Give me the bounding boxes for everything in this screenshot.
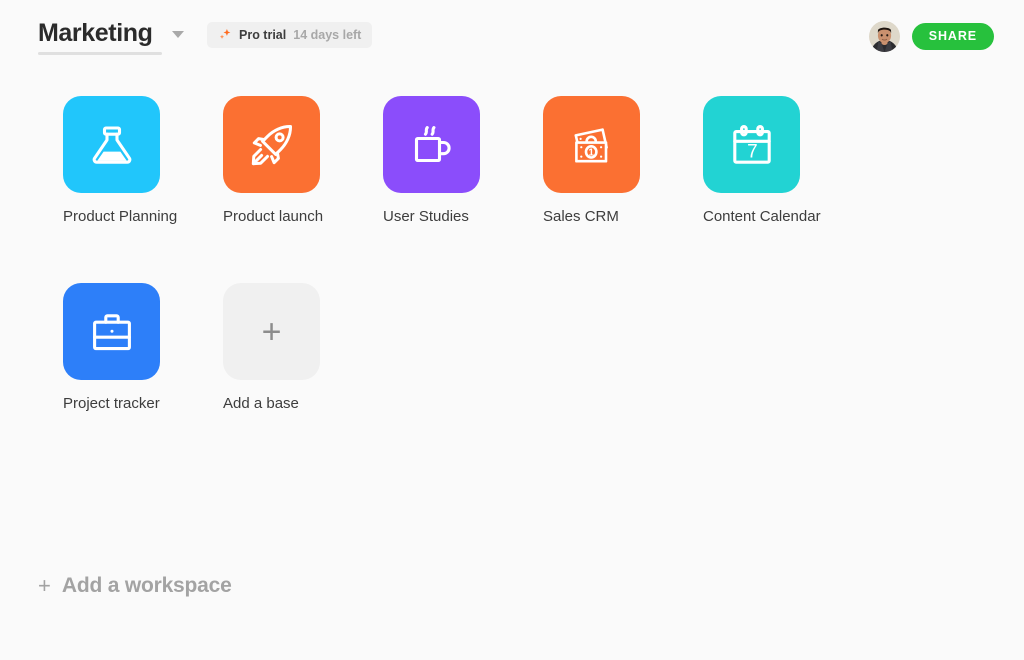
avatar-photo — [868, 20, 900, 52]
calendar-icon: 7 — [732, 124, 771, 164]
base-grid: Product Planning Product launch User Stu… — [63, 96, 1013, 470]
title-underline — [38, 51, 162, 55]
base-tile[interactable] — [223, 96, 320, 193]
flask-icon — [92, 125, 131, 164]
chevron-down-icon[interactable] — [172, 30, 184, 38]
add-base-card[interactable]: + Add a base — [223, 283, 383, 413]
pro-trial-badge[interactable]: Pro trial 14 days left — [207, 21, 373, 48]
base-label[interactable]: Sales CRM — [543, 208, 619, 226]
banknotes-icon: 1 — [574, 127, 608, 163]
base-card-product-launch[interactable]: Product launch — [223, 96, 383, 226]
base-card-product-planning[interactable]: Product Planning — [63, 96, 223, 226]
base-label[interactable]: Product Planning — [63, 208, 177, 226]
plus-icon: + — [261, 312, 282, 351]
base-tile[interactable] — [63, 96, 160, 193]
header-right-group: SHARE — [868, 20, 994, 52]
add-base-label[interactable]: Add a base — [223, 395, 299, 413]
base-label[interactable]: Product launch — [223, 208, 323, 226]
base-label[interactable]: User Studies — [383, 208, 469, 226]
plus-icon: + — [38, 573, 51, 598]
sparkle-icon — [219, 28, 231, 39]
base-card-user-studies[interactable]: User Studies — [383, 96, 543, 226]
base-tile[interactable]: 7 — [703, 96, 800, 193]
rocket-icon — [251, 124, 292, 165]
svg-text:1: 1 — [588, 147, 594, 158]
page-title: Marketing — [38, 18, 153, 47]
workspace-title-group: Marketing Pro trial 14 days left — [38, 18, 373, 55]
add-workspace-label: Add a workspace — [61, 574, 232, 597]
calendar-day-number: 7 — [747, 141, 758, 162]
base-tile[interactable] — [383, 96, 480, 193]
base-tile[interactable] — [63, 283, 160, 380]
base-tile[interactable]: 1 — [543, 96, 640, 193]
base-card-project-tracker[interactable]: Project tracker — [63, 283, 223, 413]
pro-trial-label: Pro trial — [239, 27, 287, 42]
share-button[interactable]: SHARE — [911, 22, 994, 50]
workspace-title-block: Marketing — [38, 18, 162, 55]
add-workspace-button[interactable]: + Add a workspace — [38, 574, 232, 598]
pro-trial-days-left: 14 days left — [293, 27, 362, 42]
briefcase-icon — [92, 313, 131, 350]
base-card-content-calendar[interactable]: 7 Content Calendar — [703, 96, 863, 226]
avatar[interactable] — [868, 20, 900, 52]
app-header: Marketing Pro trial 14 days left SHARE — [0, 0, 1024, 72]
coffee-cup-icon — [414, 125, 451, 162]
base-card-sales-crm[interactable]: 1 Sales CRM — [543, 96, 703, 226]
base-label[interactable]: Content Calendar — [703, 208, 821, 226]
add-base-tile[interactable]: + — [223, 283, 320, 380]
base-label[interactable]: Project tracker — [63, 395, 160, 413]
